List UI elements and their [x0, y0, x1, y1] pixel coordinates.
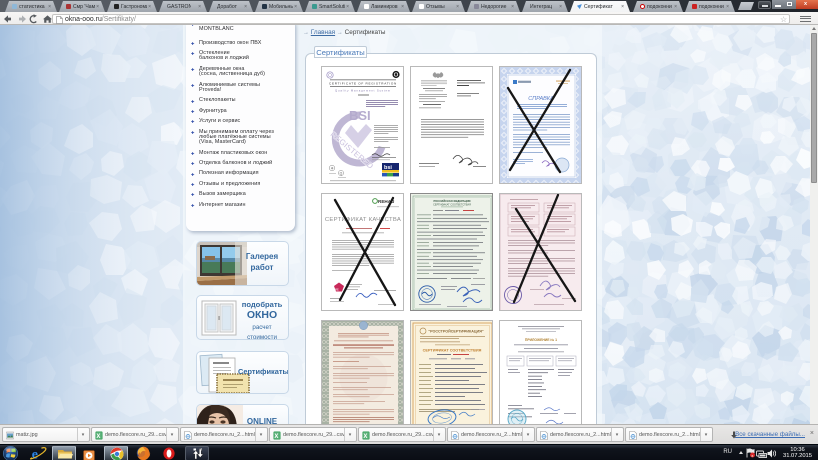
svg-text:RE: RE — [335, 288, 339, 292]
svg-text:X: X — [363, 434, 367, 440]
svg-text:"РОССТРОЙСЕРТИФИКАЦИЯ": "РОССТРОЙСЕРТИФИКАЦИЯ" — [428, 330, 484, 334]
svg-text:X: X — [274, 434, 278, 440]
svg-text:X: X — [96, 434, 100, 440]
svg-text:СЕРТИФИКАТ КАЧЕСТВА: СЕРТИФИКАТ КАЧЕСТВА — [324, 217, 400, 223]
svg-text:Quality Management System: Quality Management System — [335, 88, 391, 92]
svg-text:CERTIFICATE OF REGISTRATION: CERTIFICATE OF REGISTRATION — [329, 82, 397, 86]
svg-text:РОССИЙСКАЯ ФЕДЕРАЦИЯ: РОССИЙСКАЯ ФЕДЕРАЦИЯ — [433, 199, 470, 203]
svg-text:x: x — [751, 453, 753, 458]
svg-text:❄: ❄ — [330, 167, 333, 171]
svg-text:СЕРТИФИКАТ СООТВЕТСТВИЯ: СЕРТИФИКАТ СООТВЕТСТВИЯ — [433, 203, 471, 206]
svg-text:Q: Q — [339, 172, 342, 176]
svg-text:СЕРТИФИКАТ СООТВЕТСТВИЯ: СЕРТИФИКАТ СООТВЕТСТВИЯ — [422, 349, 481, 353]
svg-text:ПРИЛОЖЕНИЕ № 1: ПРИЛОЖЕНИЕ № 1 — [524, 338, 556, 342]
